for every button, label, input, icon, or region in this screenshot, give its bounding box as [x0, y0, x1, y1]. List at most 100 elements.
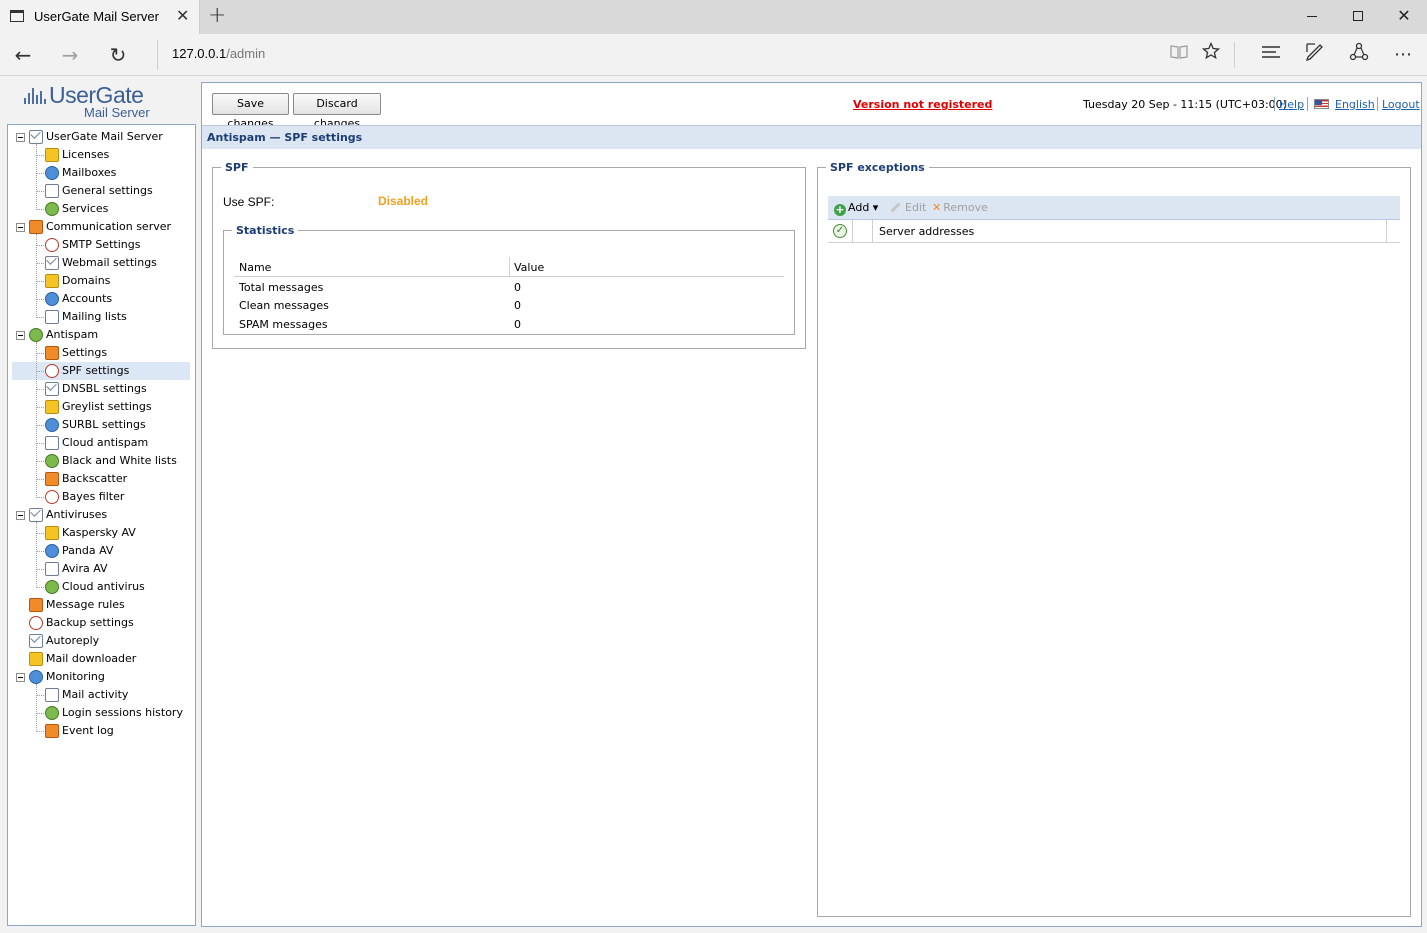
tree-item[interactable]: Licenses — [12, 146, 190, 164]
column-separator — [509, 257, 510, 277]
add-label: Add — [848, 201, 870, 214]
tree-item[interactable]: Backscatter — [12, 470, 190, 488]
greylist-icon — [45, 400, 59, 414]
refresh-icon[interactable]: ↻ — [103, 42, 133, 68]
hub-icon[interactable] — [1256, 42, 1286, 68]
tree-item[interactable]: Accounts — [12, 290, 190, 308]
tree-item[interactable]: UserGate Mail Server — [12, 128, 190, 146]
tree-item[interactable]: General settings — [12, 182, 190, 200]
tree-item[interactable]: Mailing lists — [12, 308, 190, 326]
save-changes-button[interactable]: Save changes — [212, 93, 289, 130]
tree-item[interactable]: Login sessions history — [12, 704, 190, 722]
tree-item[interactable]: Services — [12, 200, 190, 218]
tree-item[interactable]: Settings — [12, 344, 190, 362]
tree-item[interactable]: Autoreply — [12, 632, 190, 650]
collapse-toggle-icon[interactable] — [16, 331, 25, 340]
top-toolbar: Save changes Discard changes Version not… — [202, 83, 1421, 130]
minimize-button[interactable] — [1289, 0, 1335, 32]
tree-connector — [36, 425, 44, 426]
add-exception-button[interactable]: + Add ▾ — [834, 201, 878, 216]
usergate-logo: UserGate Mail Server — [22, 82, 162, 122]
tree-item[interactable]: Panda AV — [12, 542, 190, 560]
remove-exception-button[interactable]: ✕ Remove — [932, 201, 988, 214]
tree-item[interactable]: Cloud antivirus — [12, 578, 190, 596]
tree-item[interactable]: Event log — [12, 722, 190, 740]
browser-navbar: ← → ↻ 127.0.0.1/admin ⋯ — [0, 34, 1427, 76]
tree-connector — [36, 713, 44, 714]
collapse-toggle-icon[interactable] — [16, 511, 25, 520]
address-host: 127.0.0.1 — [172, 46, 227, 61]
tree-item[interactable]: SPF settings — [12, 362, 190, 380]
backup-icon — [29, 616, 43, 630]
tab-close-icon[interactable]: ✕ — [176, 6, 189, 25]
tree-item[interactable]: Domains — [12, 272, 190, 290]
select-all-check-icon[interactable]: ✓ — [833, 224, 847, 238]
tree-item[interactable]: SMTP Settings — [12, 236, 190, 254]
tree-item[interactable]: Communication server — [12, 218, 190, 236]
tree-item[interactable]: Antispam — [12, 326, 190, 344]
column-header-value[interactable]: Value — [514, 261, 544, 274]
antivirus-icon — [29, 508, 43, 522]
tree-item[interactable]: Monitoring — [12, 668, 190, 686]
collapse-toggle-icon[interactable] — [16, 133, 25, 142]
tree-item[interactable]: Kaspersky AV — [12, 524, 190, 542]
tree-connector — [36, 342, 37, 498]
tree-item[interactable]: Mailboxes — [12, 164, 190, 182]
spf-panel: SPF Use SPF: Disabled Statistics Name Va… — [212, 161, 806, 349]
reading-view-icon[interactable] — [1164, 42, 1194, 68]
tree-item[interactable]: Cloud antispam — [12, 434, 190, 452]
tree-connector — [36, 371, 44, 372]
collapse-toggle-icon[interactable] — [16, 673, 25, 682]
column-header-name[interactable]: Name — [239, 261, 271, 274]
web-note-icon[interactable] — [1300, 42, 1330, 68]
column-header-server-addresses[interactable]: Server addresses — [879, 225, 974, 238]
toolbar-separator — [1234, 42, 1235, 68]
more-icon[interactable]: ⋯ — [1388, 42, 1418, 68]
address-bar[interactable]: 127.0.0.1/admin — [172, 46, 265, 61]
language-link[interactable]: English — [1335, 98, 1375, 111]
tree-item[interactable]: Antiviruses — [12, 506, 190, 524]
collapse-toggle-icon[interactable] — [16, 223, 25, 232]
forward-icon[interactable]: → — [55, 42, 85, 68]
tree-item[interactable]: Bayes filter — [12, 488, 190, 506]
tree-item-label: Backup settings — [46, 616, 134, 629]
use-spf-label: Use SPF: — [223, 195, 275, 209]
favorite-star-icon[interactable] — [1196, 41, 1226, 68]
maximize-button[interactable] — [1335, 0, 1381, 32]
use-spf-toggle[interactable]: Disabled — [378, 194, 428, 208]
autoreply-icon — [29, 634, 43, 648]
tree-item[interactable]: Black and White lists — [12, 452, 190, 470]
browser-tab[interactable]: UserGate Mail Server ✕ — [0, 0, 200, 34]
tree-item-label: Services — [62, 202, 109, 215]
column-separator — [852, 220, 853, 243]
tree-item-label: Backscatter — [62, 472, 128, 485]
help-link[interactable]: Help — [1279, 98, 1304, 111]
tree-item-label: Event log — [62, 724, 114, 737]
share-icon[interactable] — [1344, 42, 1374, 68]
tab-title: UserGate Mail Server — [34, 9, 159, 24]
tree-item-label: General settings — [62, 184, 153, 197]
tree-item[interactable]: Webmail settings — [12, 254, 190, 272]
tree-item-label: Message rules — [46, 598, 125, 611]
logout-link[interactable]: Logout — [1382, 98, 1420, 111]
version-not-registered-link[interactable]: Version not registered — [853, 98, 992, 111]
close-window-button[interactable]: ✕ — [1381, 0, 1427, 32]
tree-connector — [36, 443, 44, 444]
tree-item[interactable]: Mail downloader — [12, 650, 190, 668]
tree-item[interactable]: Message rules — [12, 596, 190, 614]
tree-item[interactable]: DNSBL settings — [12, 380, 190, 398]
new-tab-icon[interactable]: + — [208, 3, 226, 28]
avira-icon — [45, 562, 59, 576]
spf-exceptions-panel: SPF exceptions + Add ▾ Edit ✕ Remove ✓ Ser… — [817, 161, 1411, 917]
communication-icon — [29, 220, 43, 234]
tree-item[interactable]: Avira AV — [12, 560, 190, 578]
tree-connector — [36, 533, 44, 534]
tree-item[interactable]: SURBL settings — [12, 416, 190, 434]
discard-changes-button[interactable]: Discard changes — [293, 93, 381, 130]
tree-item[interactable]: Backup settings — [12, 614, 190, 632]
edit-exception-button[interactable]: Edit — [890, 201, 926, 214]
tree-item[interactable]: Greylist settings — [12, 398, 190, 416]
tree-item-label: Bayes filter — [62, 490, 125, 503]
tree-item[interactable]: Mail activity — [12, 686, 190, 704]
back-icon[interactable]: ← — [8, 42, 38, 68]
